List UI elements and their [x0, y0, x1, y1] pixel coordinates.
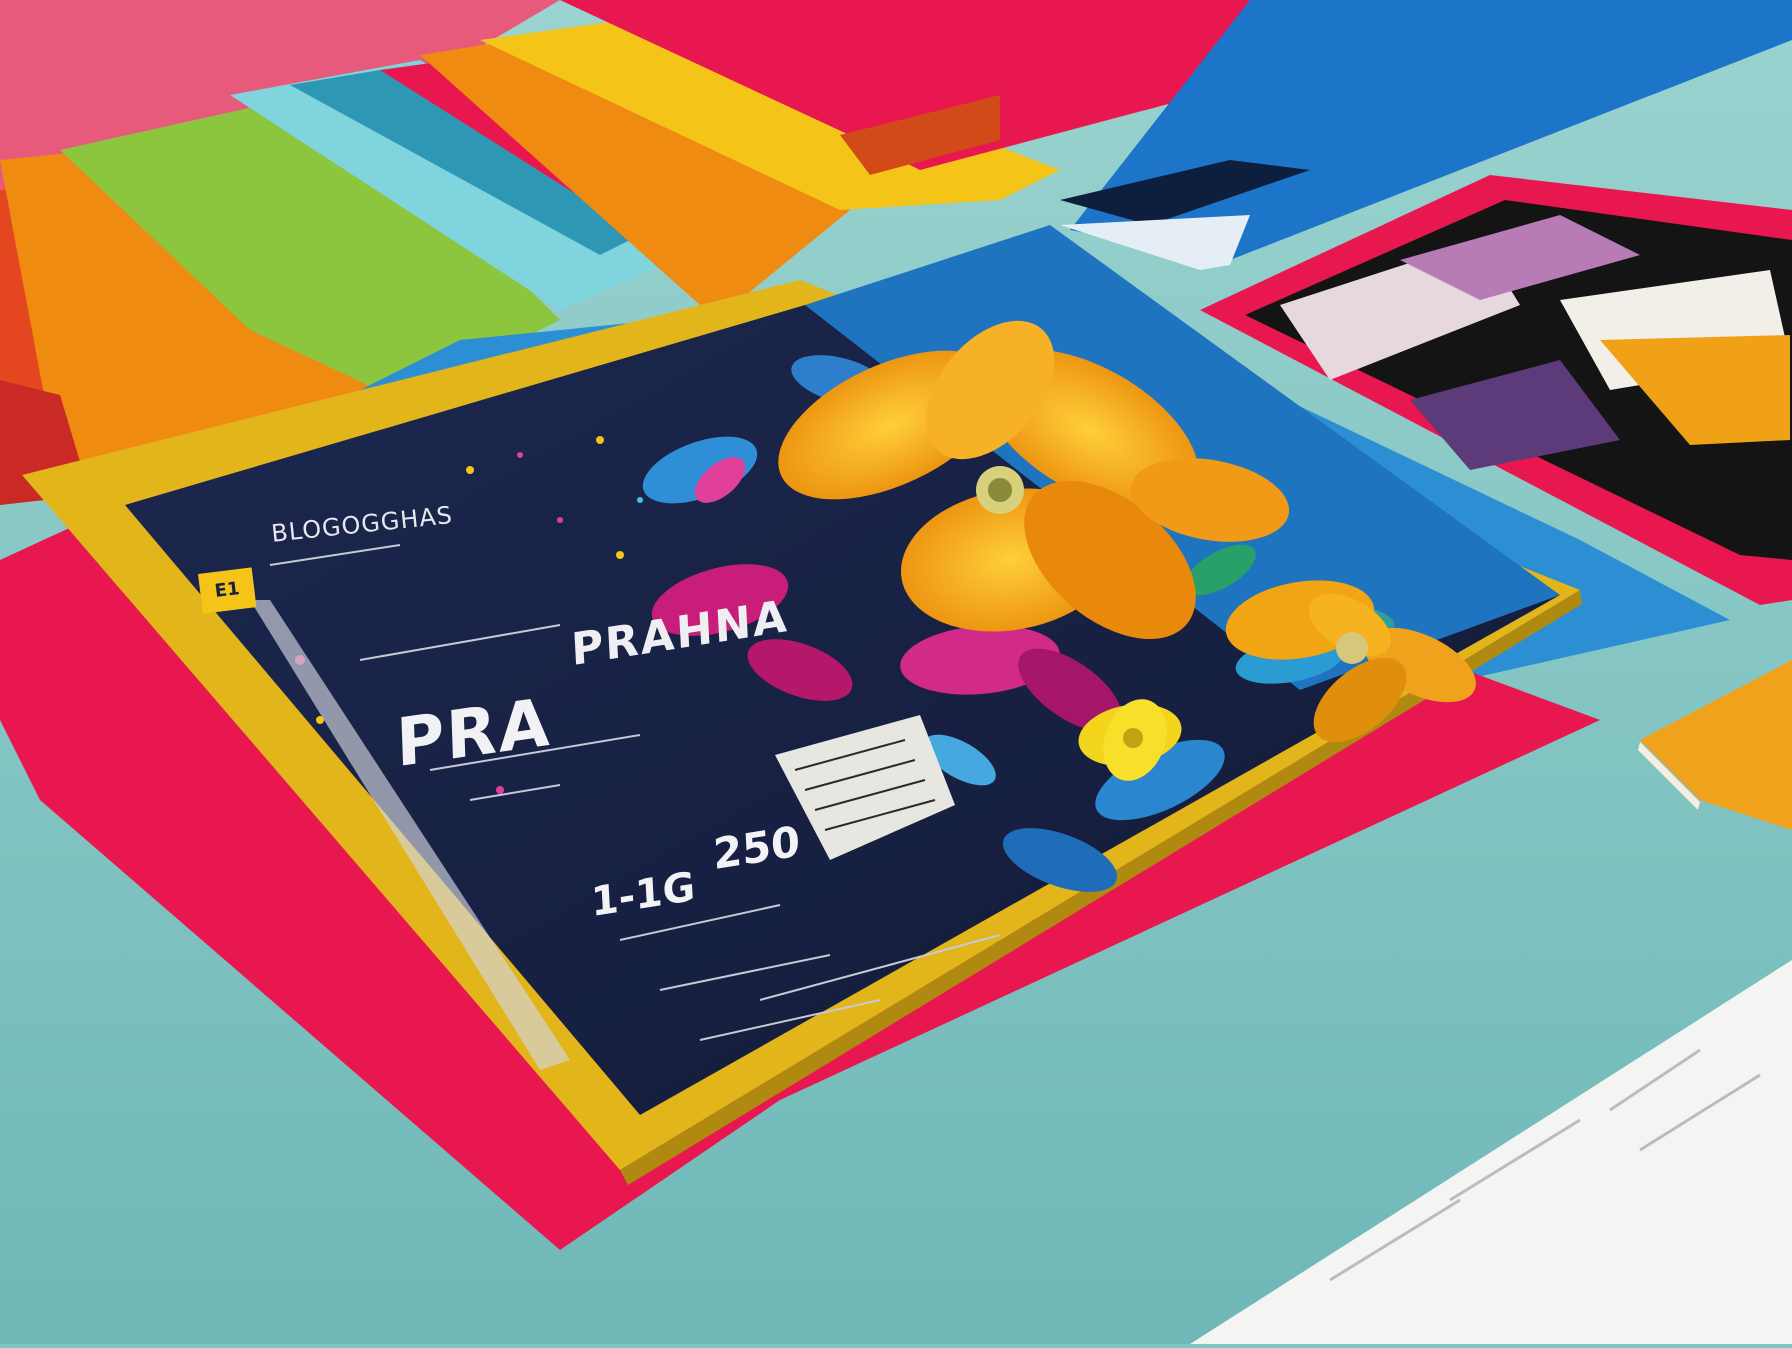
photo-scene: E1 BLOGOGGHAS PRAHNA PRA 250 1-1G	[0, 0, 1792, 1344]
scene-graphics	[0, 0, 1792, 1344]
poster-badge: E1	[198, 567, 257, 614]
